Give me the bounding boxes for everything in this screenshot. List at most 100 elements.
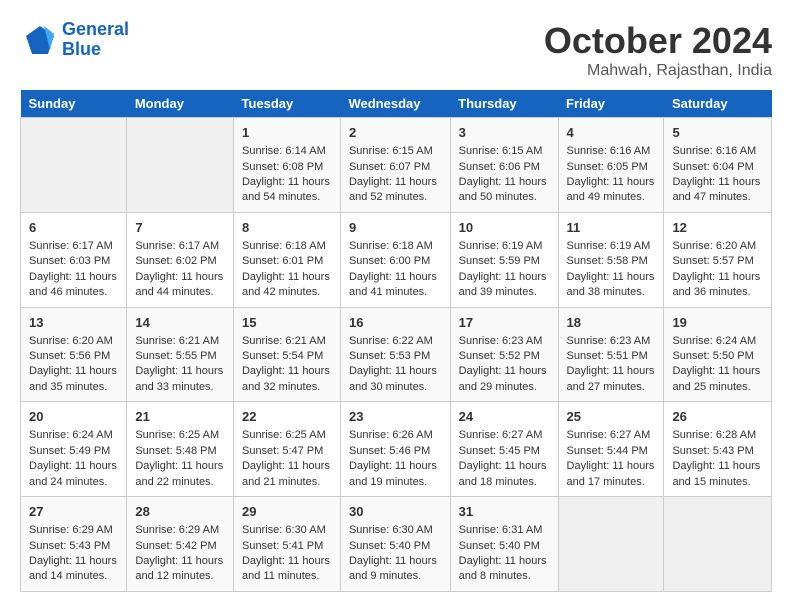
day-number: 22: [242, 408, 332, 426]
day-info: Sunrise: 6:18 AMSunset: 6:01 PMDaylight:…: [242, 239, 332, 301]
day-info: Sunrise: 6:15 AMSunset: 6:07 PMDaylight:…: [349, 144, 442, 206]
calendar-cell: 7 Sunrise: 6:17 AMSunset: 6:02 PMDaylight…: [127, 212, 234, 307]
day-number: 18: [567, 314, 656, 332]
calendar-cell: 28 Sunrise: 6:29 AMSunset: 5:42 PMDayligh…: [127, 497, 234, 592]
day-info: Sunrise: 6:17 AMSunset: 6:02 PMDaylight:…: [135, 239, 225, 301]
column-header-saturday: Saturday: [664, 90, 772, 118]
day-number: 10: [459, 219, 550, 237]
calendar-cell: 26 Sunrise: 6:28 AMSunset: 5:43 PMDayligh…: [664, 402, 772, 497]
day-number: 16: [349, 314, 442, 332]
day-number: 27: [29, 503, 118, 521]
day-info: Sunrise: 6:16 AMSunset: 6:04 PMDaylight:…: [672, 144, 763, 206]
day-info: Sunrise: 6:29 AMSunset: 5:43 PMDaylight:…: [29, 523, 118, 585]
day-info: Sunrise: 6:19 AMSunset: 5:59 PMDaylight:…: [459, 239, 550, 301]
day-number: 28: [135, 503, 225, 521]
day-info: Sunrise: 6:17 AMSunset: 6:03 PMDaylight:…: [29, 239, 118, 301]
day-number: 13: [29, 314, 118, 332]
day-number: 19: [672, 314, 763, 332]
calendar-cell: 20 Sunrise: 6:24 AMSunset: 5:49 PMDayligh…: [21, 402, 127, 497]
calendar-cell: 9Sunrise: 6:18 AMSunset: 6:00 PMDaylight…: [340, 212, 450, 307]
calendar-cell: 8 Sunrise: 6:18 AMSunset: 6:01 PMDaylight…: [233, 212, 340, 307]
location-title: Mahwah, Rajasthan, India: [544, 62, 772, 80]
calendar-cell: 31Sunrise: 6:31 AMSunset: 5:40 PMDayligh…: [450, 497, 558, 592]
day-info: Sunrise: 6:18 AMSunset: 6:00 PMDaylight:…: [349, 239, 442, 301]
logo: General Blue: [20, 20, 129, 60]
calendar-week-row: 13 Sunrise: 6:20 AMSunset: 5:56 PMDayligh…: [21, 307, 772, 402]
calendar-cell: 4Sunrise: 6:16 AMSunset: 6:05 PMDaylight…: [558, 118, 664, 213]
calendar-cell: [558, 497, 664, 592]
day-info: Sunrise: 6:23 AMSunset: 5:51 PMDaylight:…: [567, 334, 656, 396]
calendar-cell: 23 Sunrise: 6:26 AMSunset: 5:46 PMDayligh…: [340, 402, 450, 497]
calendar-cell: [664, 497, 772, 592]
day-info: Sunrise: 6:28 AMSunset: 5:43 PMDaylight:…: [672, 428, 763, 490]
day-info: Sunrise: 6:29 AMSunset: 5:42 PMDaylight:…: [135, 523, 225, 585]
calendar-cell: [127, 118, 234, 213]
calendar-week-row: 6 Sunrise: 6:17 AMSunset: 6:03 PMDaylight…: [21, 212, 772, 307]
calendar-cell: 1Sunrise: 6:14 AMSunset: 6:08 PMDaylight…: [233, 118, 340, 213]
day-number: 25: [567, 408, 656, 426]
column-header-sunday: Sunday: [21, 90, 127, 118]
day-info: Sunrise: 6:15 AMSunset: 6:06 PMDaylight:…: [459, 144, 550, 206]
calendar-cell: 15 Sunrise: 6:21 AMSunset: 5:54 PMDayligh…: [233, 307, 340, 402]
day-info: Sunrise: 6:24 AMSunset: 5:49 PMDaylight:…: [29, 428, 118, 490]
calendar-cell: 25 Sunrise: 6:27 AMSunset: 5:44 PMDayligh…: [558, 402, 664, 497]
calendar-week-row: 27 Sunrise: 6:29 AMSunset: 5:43 PMDayligh…: [21, 497, 772, 592]
day-info: Sunrise: 6:26 AMSunset: 5:46 PMDaylight:…: [349, 428, 442, 490]
calendar-week-row: 20 Sunrise: 6:24 AMSunset: 5:49 PMDayligh…: [21, 402, 772, 497]
day-number: 7: [135, 219, 225, 237]
day-info: Sunrise: 6:27 AMSunset: 5:44 PMDaylight:…: [567, 428, 656, 490]
day-info: Sunrise: 6:19 AMSunset: 5:58 PMDaylight:…: [567, 239, 656, 301]
day-number: 26: [672, 408, 763, 426]
day-number: 3: [459, 124, 550, 142]
day-number: 31: [459, 503, 550, 521]
day-info: Sunrise: 6:20 AMSunset: 5:56 PMDaylight:…: [29, 334, 118, 396]
day-number: 24: [459, 408, 550, 426]
day-number: 20: [29, 408, 118, 426]
calendar-cell: 6 Sunrise: 6:17 AMSunset: 6:03 PMDaylight…: [21, 212, 127, 307]
calendar-table: SundayMondayTuesdayWednesdayThursdayFrid…: [20, 90, 772, 592]
day-number: 6: [29, 219, 118, 237]
day-number: 23: [349, 408, 442, 426]
day-info: Sunrise: 6:25 AMSunset: 5:47 PMDaylight:…: [242, 428, 332, 490]
column-header-tuesday: Tuesday: [233, 90, 340, 118]
day-number: 2: [349, 124, 442, 142]
day-number: 17: [459, 314, 550, 332]
calendar-cell: 14Sunrise: 6:21 AMSunset: 5:55 PMDayligh…: [127, 307, 234, 402]
calendar-cell: [21, 118, 127, 213]
calendar-cell: 10 Sunrise: 6:19 AMSunset: 5:59 PMDayligh…: [450, 212, 558, 307]
title-block: October 2024 Mahwah, Rajasthan, India: [544, 20, 772, 80]
logo-icon: [20, 22, 56, 58]
calendar-cell: 2 Sunrise: 6:15 AMSunset: 6:07 PMDaylight…: [340, 118, 450, 213]
calendar-cell: 21 Sunrise: 6:25 AMSunset: 5:48 PMDayligh…: [127, 402, 234, 497]
calendar-cell: 19 Sunrise: 6:24 AMSunset: 5:50 PMDayligh…: [664, 307, 772, 402]
calendar-cell: 30 Sunrise: 6:30 AMSunset: 5:40 PMDayligh…: [340, 497, 450, 592]
day-info: Sunrise: 6:22 AMSunset: 5:53 PMDaylight:…: [349, 334, 442, 396]
calendar-cell: 16 Sunrise: 6:22 AMSunset: 5:53 PMDayligh…: [340, 307, 450, 402]
day-number: 8: [242, 219, 332, 237]
page-header: General Blue October 2024 Mahwah, Rajast…: [20, 20, 772, 80]
calendar-cell: 29Sunrise: 6:30 AMSunset: 5:41 PMDayligh…: [233, 497, 340, 592]
calendar-cell: 13 Sunrise: 6:20 AMSunset: 5:56 PMDayligh…: [21, 307, 127, 402]
day-number: 30: [349, 503, 442, 521]
calendar-cell: 12 Sunrise: 6:20 AMSunset: 5:57 PMDayligh…: [664, 212, 772, 307]
day-number: 15: [242, 314, 332, 332]
day-info: Sunrise: 6:25 AMSunset: 5:48 PMDaylight:…: [135, 428, 225, 490]
calendar-cell: 5 Sunrise: 6:16 AMSunset: 6:04 PMDaylight…: [664, 118, 772, 213]
day-info: Sunrise: 6:16 AMSunset: 6:05 PMDaylight:…: [567, 144, 656, 206]
calendar-cell: 11Sunrise: 6:19 AMSunset: 5:58 PMDayligh…: [558, 212, 664, 307]
calendar-body: 1Sunrise: 6:14 AMSunset: 6:08 PMDaylight…: [21, 118, 772, 592]
day-number: 12: [672, 219, 763, 237]
day-info: Sunrise: 6:21 AMSunset: 5:54 PMDaylight:…: [242, 334, 332, 396]
calendar-week-row: 1Sunrise: 6:14 AMSunset: 6:08 PMDaylight…: [21, 118, 772, 213]
day-info: Sunrise: 6:24 AMSunset: 5:50 PMDaylight:…: [672, 334, 763, 396]
logo-text: General Blue: [62, 20, 129, 60]
calendar-cell: 17Sunrise: 6:23 AMSunset: 5:52 PMDayligh…: [450, 307, 558, 402]
day-info: Sunrise: 6:30 AMSunset: 5:40 PMDaylight:…: [349, 523, 442, 585]
day-number: 14: [135, 314, 225, 332]
column-header-thursday: Thursday: [450, 90, 558, 118]
day-info: Sunrise: 6:20 AMSunset: 5:57 PMDaylight:…: [672, 239, 763, 301]
month-title: October 2024: [544, 20, 772, 62]
day-number: 21: [135, 408, 225, 426]
day-number: 5: [672, 124, 763, 142]
calendar-cell: 18 Sunrise: 6:23 AMSunset: 5:51 PMDayligh…: [558, 307, 664, 402]
